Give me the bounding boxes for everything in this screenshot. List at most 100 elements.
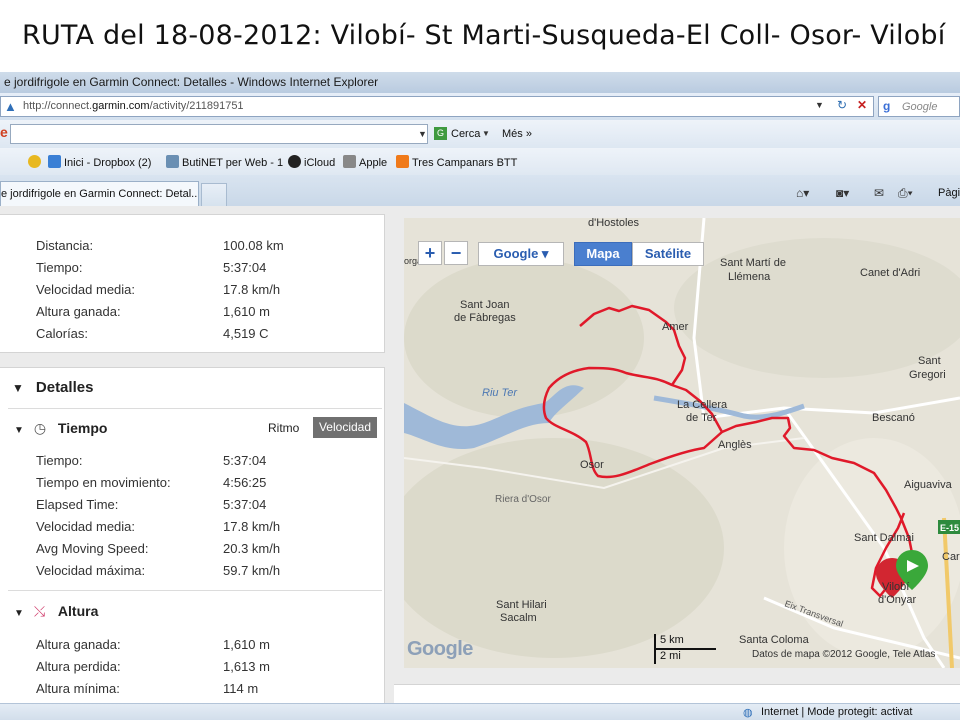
stop-icon[interactable]: ✕ (852, 96, 872, 114)
tiempo-row: Velocidad máxima: 59.7 km/h (36, 563, 281, 578)
map-provider-dropdown[interactable]: Google ▾ (478, 242, 564, 266)
tab-row: e jordifrigole en Garmin Connect: Detal.… (0, 175, 960, 206)
blogger-icon (396, 155, 409, 168)
clock-icon: ◷ (33, 420, 47, 436)
favorite-icloud[interactable]: iCloud (288, 155, 335, 169)
favorite-tres-campanars[interactable]: Tres Campanars BTT (396, 155, 517, 169)
page-menu[interactable]: Pàgi (938, 187, 960, 199)
toolbar-dropdown-icon[interactable]: ▼ (418, 129, 427, 139)
tiempo-row: Tiempo en movimiento: 4:56:25 (36, 475, 267, 490)
tiempo-row: Avg Moving Speed: 20.3 km/h (36, 541, 281, 556)
browser-window: e jordifrigole en Garmin Connect: Detall… (0, 72, 960, 720)
divider (8, 408, 382, 409)
map-label: Sacalm (500, 612, 537, 624)
toolbar-search-icon[interactable]: G (434, 127, 447, 140)
map-label: Canet d'Adri (860, 267, 920, 279)
route-map[interactable]: d'Hostoles orgàs Sant Martí de Llémena C… (404, 218, 960, 668)
map-label: Gregori (909, 369, 946, 381)
feeds-icon[interactable]: ◙▾ (836, 186, 849, 200)
map-label: Sant Joan (460, 299, 510, 311)
toolbar-more-button[interactable]: Més » (502, 128, 532, 140)
favorites-bar: Inici - Dropbox (2) ButiNET per Web - 1 … (0, 148, 960, 175)
tiempo-row: Velocidad media: 17.8 km/h (36, 519, 281, 534)
favorites-star-icon[interactable] (28, 155, 44, 169)
scale-mi: 2 mi (660, 650, 681, 662)
map-label: Bescanó (872, 412, 915, 424)
summary-card: Distancia: 100.08 km Tiempo: 5:37:04 Veloc… (0, 214, 385, 353)
refresh-icon[interactable]: ↻ (832, 96, 852, 114)
summary-row: Distancia: 100.08 km (36, 238, 284, 253)
search-placeholder: Google (902, 101, 938, 113)
map-label: de Fàbregas (454, 312, 516, 324)
elevation-chart-icon: ⤯ (33, 603, 46, 619)
tiempo-row: Tiempo: 5:37:04 (36, 453, 267, 468)
status-bar: ◍ Internet | Mode protegit: activat (0, 703, 960, 720)
map-label: Amer (662, 321, 689, 333)
altura-heading[interactable]: ▼ ⤯ Altura (14, 603, 98, 620)
browser-search-input[interactable]: g Google (878, 96, 960, 117)
map-label: d'Onyar (878, 594, 917, 606)
tiempo-row: Elapsed Time: 5:37:04 (36, 497, 267, 512)
apple-page-icon (343, 155, 356, 168)
favorite-apple[interactable]: Apple (343, 155, 387, 169)
print-icon[interactable]: ⎙▾ (898, 186, 913, 201)
details-heading[interactable]: ▼ Detalles (12, 379, 93, 396)
favorite-butinet[interactable]: ButiNET per Web - 1 (166, 155, 283, 169)
window-title: e jordifrigole en Garmin Connect: Detall… (0, 72, 960, 93)
summary-row: Tiempo: 5:37:04 (36, 260, 267, 275)
address-url[interactable]: http://connect.garmin.com/activity/21189… (23, 100, 244, 112)
map-label: E-15 (940, 523, 959, 533)
map-label: d'Hostoles (588, 218, 640, 229)
ritmo-toggle[interactable]: Ritmo (268, 421, 299, 435)
toolbar-search-button[interactable]: Cerca (451, 128, 480, 140)
google-search-icon: g (883, 99, 891, 113)
tab-garmin-connect[interactable]: e jordifrigole en Garmin Connect: Detal.… (0, 181, 199, 206)
new-tab-button[interactable] (201, 183, 227, 206)
map-canvas[interactable]: d'Hostoles orgàs Sant Martí de Llémena C… (404, 218, 960, 668)
tiempo-heading[interactable]: ▼ ◷ Tiempo (14, 420, 107, 437)
page-content: Distancia: 100.08 km Tiempo: 5:37:04 Veloc… (0, 206, 960, 703)
toolbar-search-input[interactable] (10, 124, 428, 144)
altura-row: Altura perdida: 1,613 m (36, 659, 270, 674)
map-label: Osor (580, 459, 604, 471)
map-label: Sant Dalmai (854, 532, 914, 544)
home-icon[interactable]: ⌂▾ (796, 186, 809, 200)
map-label: Car (942, 551, 960, 563)
map-type-map-button[interactable]: Mapa (574, 242, 632, 266)
map-panel: d'Hostoles orgàs Sant Martí de Llémena C… (394, 206, 960, 703)
address-domain: garmin.com (92, 100, 150, 112)
google-logo: Google (407, 638, 473, 660)
velocidad-toggle[interactable]: Velocidad (313, 417, 377, 438)
below-map-card (394, 684, 960, 703)
zoom-out-button[interactable]: − (444, 241, 468, 265)
map-type-satellite-button[interactable]: Satélite (632, 242, 704, 266)
map-label: Riera d'Osor (495, 494, 551, 505)
map-label: Llémena (728, 271, 771, 283)
zoom-in-button[interactable]: + (418, 241, 442, 265)
activity-stats-panel: Distancia: 100.08 km Tiempo: 5:37:04 Veloc… (0, 206, 394, 703)
map-label: de Ter (686, 412, 717, 424)
dropbox-icon (48, 155, 61, 168)
apple-icon (288, 155, 301, 168)
summary-row: Velocidad media: 17.8 km/h (36, 282, 281, 297)
address-row: ▲ http://connect.garmin.com/activity/211… (0, 93, 960, 120)
favorite-dropbox[interactable]: Inici - Dropbox (2) (48, 155, 151, 169)
map-label: Santa Coloma (739, 634, 810, 646)
mail-icon[interactable]: ✉ (874, 186, 884, 200)
map-label: Sant Hilari (496, 599, 547, 611)
collapse-triangle-icon: ▼ (12, 381, 24, 395)
details-card: ▼ Detalles ▼ ◷ Tiempo Ritmo Velocidad Tiemp… (0, 367, 385, 703)
status-text: Internet | Mode protegit: activat (761, 706, 913, 718)
address-dropdown-icon[interactable]: ▼ (815, 100, 824, 110)
map-label: Vilobí (882, 581, 909, 593)
collapse-triangle-icon: ▼ (14, 608, 24, 619)
globe-icon: ◍ (743, 707, 753, 719)
divider (8, 590, 382, 591)
altura-row: Altura ganada: 1,610 m (36, 637, 270, 652)
map-label: La Cellera (677, 399, 728, 411)
site-icon: ▲ (4, 99, 17, 114)
toolbar-search-dropdown-icon[interactable]: ▼ (482, 129, 490, 138)
map-label: Anglès (718, 439, 752, 451)
address-bar[interactable]: ▲ http://connect.garmin.com/activity/211… (0, 96, 874, 117)
map-label: Aiguaviva (904, 479, 953, 491)
